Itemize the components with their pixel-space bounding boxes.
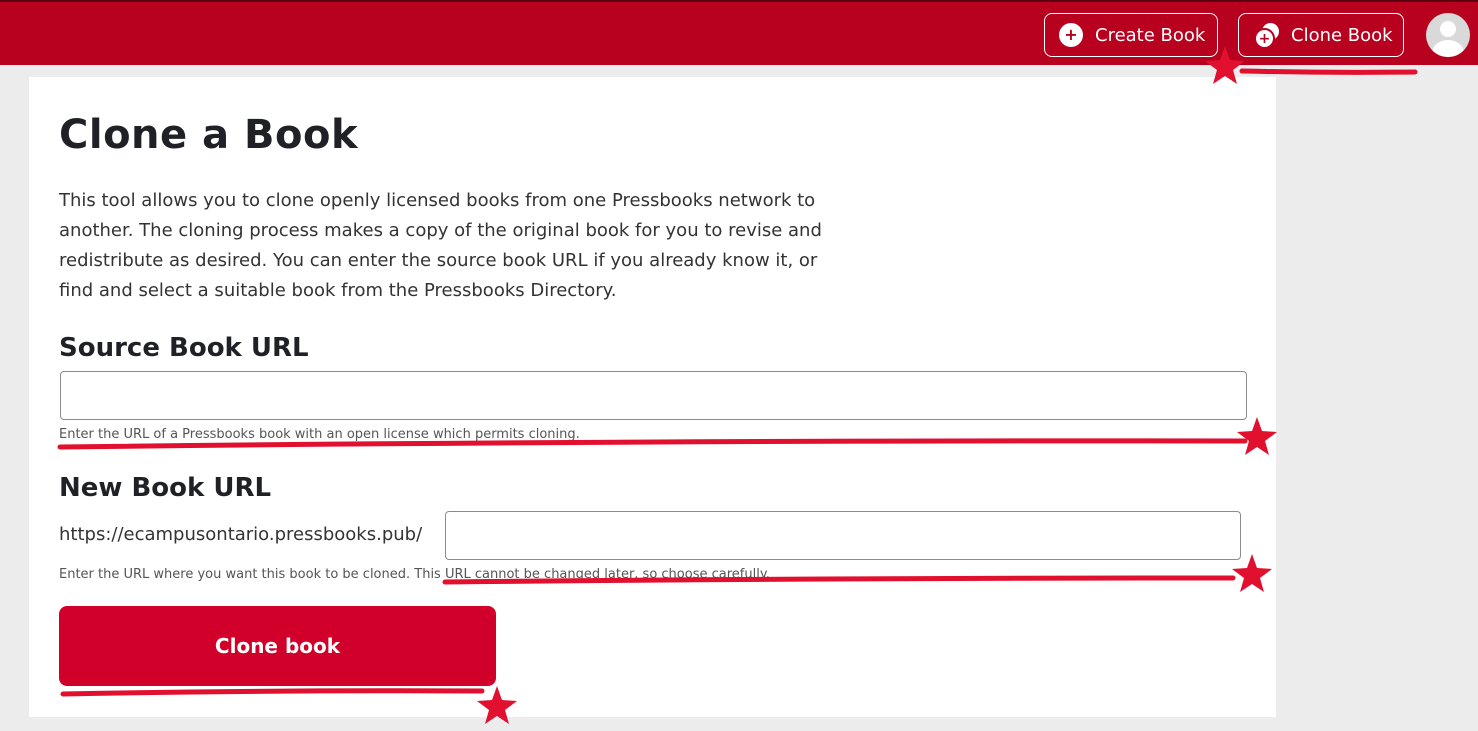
create-book-label: Create Book (1095, 24, 1206, 46)
source-book-url-input[interactable] (60, 371, 1247, 420)
new-book-url-heading: New Book URL (59, 473, 272, 503)
clone-book-button[interactable]: + Clone Book (1238, 13, 1404, 57)
top-bar: + Create Book + Clone Book (0, 0, 1478, 65)
underline-mark (1239, 68, 1418, 75)
new-book-url-help: Enter the URL where you want this book t… (59, 567, 770, 582)
plus-circle-icon: + (1059, 23, 1083, 47)
new-book-url-prefix: https://ecampusontario.pressbooks.pub/ (59, 524, 423, 545)
new-book-url-input[interactable] (445, 511, 1241, 560)
clone-icon: + (1253, 21, 1281, 49)
intro-text: This tool allows you to clone openly lic… (59, 190, 822, 301)
clone-book-label: Clone Book (1291, 24, 1393, 46)
clone-book-submit-button[interactable]: Clone book (59, 606, 496, 686)
create-book-button[interactable]: + Create Book (1044, 13, 1218, 57)
source-book-url-heading: Source Book URL (59, 333, 309, 363)
user-icon (1440, 21, 1456, 37)
source-book-url-help: Enter the URL of a Pressbooks book with … (59, 427, 580, 442)
user-avatar[interactable] (1426, 13, 1470, 57)
page-title: Clone a Book (59, 112, 359, 158)
